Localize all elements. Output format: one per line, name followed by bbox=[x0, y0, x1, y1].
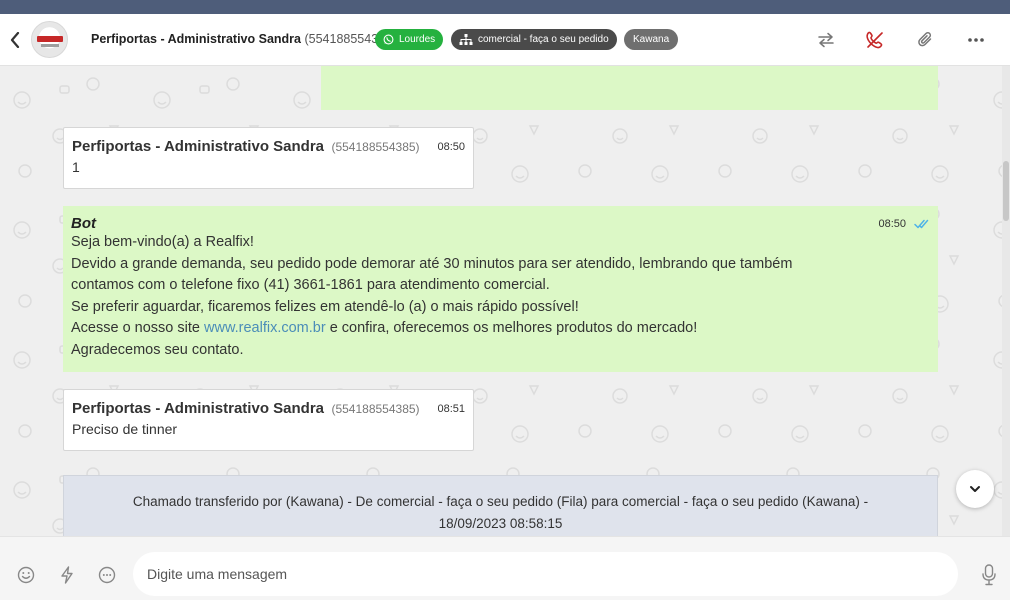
message-list[interactable]: Perfiportas - Administrativo Sandra (554… bbox=[0, 66, 1010, 536]
chat-header: Perfiportas - Administrativo Sandra (554… bbox=[0, 14, 1010, 66]
tag-queue[interactable]: comercial - faça o seu pedido bbox=[451, 29, 617, 50]
chat-scrollbar[interactable] bbox=[1002, 66, 1010, 536]
message-line: contamos com o telefone fixo (41) 3661-1… bbox=[71, 277, 550, 293]
more-options-button[interactable] bbox=[964, 29, 988, 51]
attach-button[interactable] bbox=[914, 29, 938, 51]
tag-agent-label: Lourdes bbox=[399, 34, 436, 45]
message-line: Se preferir aguardar, ficaremos felizes … bbox=[71, 298, 579, 315]
microphone-icon bbox=[982, 564, 996, 586]
message-line: Agradecemos seu contato. bbox=[71, 341, 244, 358]
message-composer bbox=[0, 536, 1010, 600]
tag-user[interactable]: Kawana bbox=[624, 29, 679, 50]
sitemap-icon bbox=[459, 34, 473, 45]
contact-title[interactable]: Perfiportas - Administrativo Sandra (554… bbox=[91, 32, 396, 46]
back-button[interactable] bbox=[6, 29, 24, 51]
voice-record-button[interactable] bbox=[978, 564, 1000, 586]
message-sender: Perfiportas - Administrativo Sandra bbox=[72, 138, 324, 155]
transfer-icon bbox=[818, 32, 834, 48]
message-time: 08:51 bbox=[437, 403, 465, 415]
tag-queue-label: comercial - faça o seu pedido bbox=[478, 34, 609, 45]
end-call-icon bbox=[866, 31, 883, 49]
message-outgoing-previous bbox=[321, 66, 938, 110]
lightning-icon bbox=[61, 566, 73, 584]
message-incoming[interactable]: Perfiportas - Administrativo Sandra (554… bbox=[63, 389, 474, 451]
read-receipt-icon bbox=[914, 219, 929, 229]
message-time: 08:50 bbox=[437, 141, 465, 153]
chevron-down-icon bbox=[970, 486, 980, 492]
avatar-logo bbox=[37, 36, 63, 42]
system-message-line: Chamado transferido por (Kawana) - De co… bbox=[132, 494, 869, 509]
system-message-timestamp: 18/09/2023 08:58:15 bbox=[438, 516, 563, 531]
chat-options-button[interactable] bbox=[96, 564, 118, 586]
tag-agent[interactable]: Lourdes bbox=[375, 29, 444, 50]
quick-reply-button[interactable] bbox=[56, 564, 78, 586]
message-sender: Perfiportas - Administrativo Sandra bbox=[72, 400, 324, 417]
attach-icon bbox=[918, 32, 932, 47]
system-message-transfer: Chamado transferido por (Kawana) - De co… bbox=[63, 475, 938, 536]
emoji-icon bbox=[17, 566, 35, 584]
scroll-to-bottom-button[interactable] bbox=[956, 470, 994, 508]
contact-avatar[interactable] bbox=[31, 21, 68, 58]
more-icon bbox=[968, 38, 984, 42]
back-icon bbox=[10, 32, 20, 48]
end-call-button[interactable] bbox=[863, 29, 887, 51]
message-line: Devido a grande demanda, seu pedido pode… bbox=[71, 255, 793, 272]
tag-user-label: Kawana bbox=[633, 34, 670, 45]
transfer-button[interactable] bbox=[814, 29, 838, 51]
scrollbar-thumb[interactable] bbox=[1003, 161, 1009, 221]
message-text: Preciso de tinner bbox=[72, 421, 178, 437]
site-link[interactable]: www.realfix.com.br bbox=[204, 320, 326, 336]
message-sender-phone: (554188554385) bbox=[331, 402, 420, 416]
chat-bubble-icon bbox=[98, 566, 116, 584]
message-bot[interactable]: Bot 08:50 Seja bem-vindo(a) a Realfix! D… bbox=[63, 206, 938, 372]
message-sender-phone: (554188554385) bbox=[331, 140, 420, 154]
contact-name: Perfiportas - Administrativo Sandra bbox=[91, 32, 301, 46]
whatsapp-icon bbox=[383, 34, 394, 45]
emoji-button[interactable] bbox=[15, 564, 37, 586]
message-sender: Bot bbox=[71, 215, 96, 232]
message-input[interactable] bbox=[133, 552, 958, 596]
message-line: Seja bem-vindo(a) a Realfix! bbox=[71, 234, 254, 250]
message-time: 08:50 bbox=[878, 218, 906, 230]
message-line: Acesse o nosso site www.realfix.com.br e… bbox=[71, 320, 698, 336]
top-strip bbox=[0, 0, 1010, 14]
message-incoming[interactable]: Perfiportas - Administrativo Sandra (554… bbox=[63, 127, 474, 189]
message-text: 1 bbox=[72, 159, 80, 175]
